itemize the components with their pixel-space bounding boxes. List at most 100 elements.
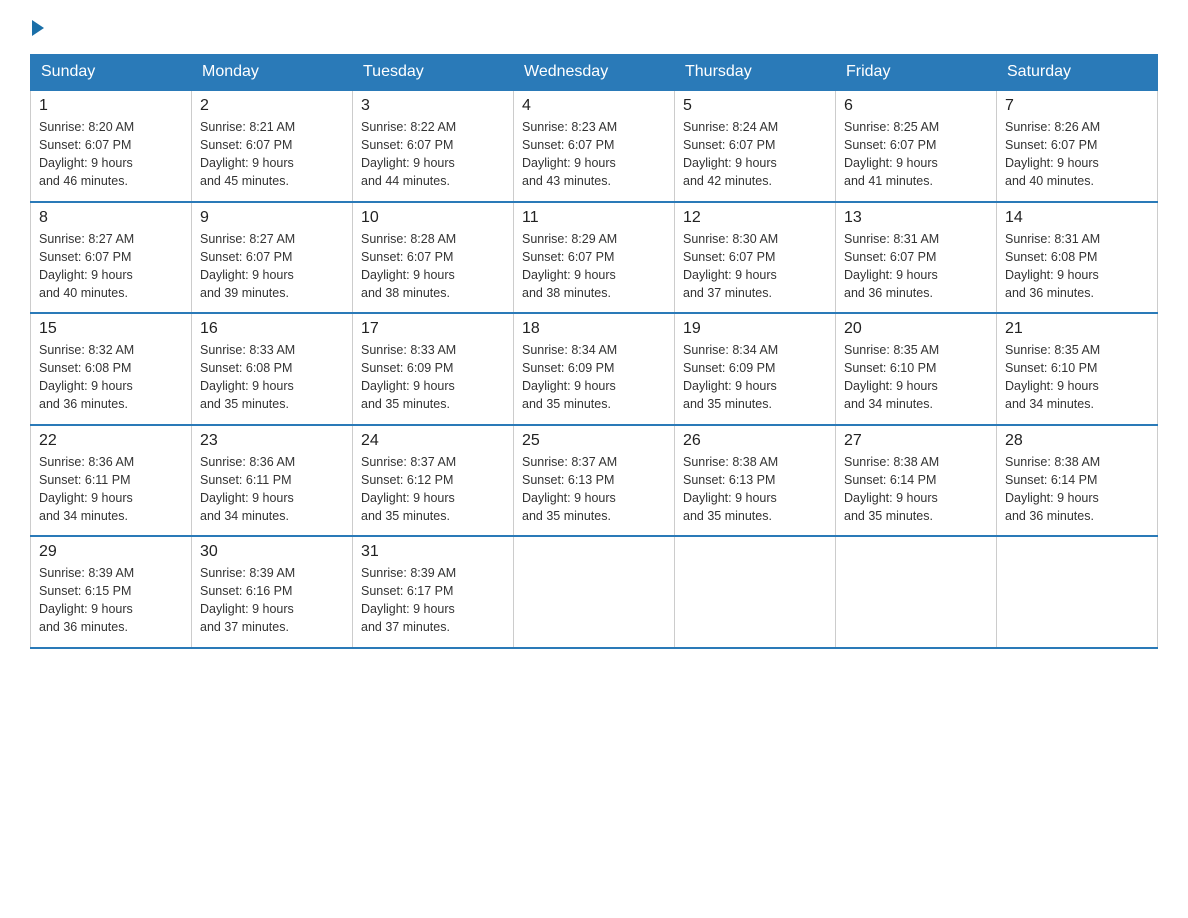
day-number: 1 (39, 97, 183, 115)
calendar-cell: 16 Sunrise: 8:33 AMSunset: 6:08 PMDaylig… (192, 313, 353, 425)
calendar-cell: 27 Sunrise: 8:38 AMSunset: 6:14 PMDaylig… (836, 425, 997, 537)
calendar-cell: 13 Sunrise: 8:31 AMSunset: 6:07 PMDaylig… (836, 202, 997, 314)
calendar-cell: 14 Sunrise: 8:31 AMSunset: 6:08 PMDaylig… (997, 202, 1158, 314)
calendar-cell: 4 Sunrise: 8:23 AMSunset: 6:07 PMDayligh… (514, 90, 675, 202)
calendar-cell (997, 536, 1158, 648)
day-info: Sunrise: 8:39 AMSunset: 6:17 PMDaylight:… (361, 566, 456, 634)
logo-arrow-icon (32, 20, 44, 36)
day-number: 31 (361, 543, 505, 561)
calendar-cell: 19 Sunrise: 8:34 AMSunset: 6:09 PMDaylig… (675, 313, 836, 425)
calendar-cell: 1 Sunrise: 8:20 AMSunset: 6:07 PMDayligh… (31, 90, 192, 202)
day-info: Sunrise: 8:35 AMSunset: 6:10 PMDaylight:… (844, 343, 939, 411)
day-info: Sunrise: 8:27 AMSunset: 6:07 PMDaylight:… (200, 232, 295, 300)
calendar-cell (514, 536, 675, 648)
calendar-cell: 11 Sunrise: 8:29 AMSunset: 6:07 PMDaylig… (514, 202, 675, 314)
day-info: Sunrise: 8:26 AMSunset: 6:07 PMDaylight:… (1005, 120, 1100, 188)
day-info: Sunrise: 8:25 AMSunset: 6:07 PMDaylight:… (844, 120, 939, 188)
calendar-cell: 30 Sunrise: 8:39 AMSunset: 6:16 PMDaylig… (192, 536, 353, 648)
day-info: Sunrise: 8:23 AMSunset: 6:07 PMDaylight:… (522, 120, 617, 188)
page-header (30, 20, 1158, 36)
day-info: Sunrise: 8:36 AMSunset: 6:11 PMDaylight:… (39, 455, 134, 523)
calendar-cell: 24 Sunrise: 8:37 AMSunset: 6:12 PMDaylig… (353, 425, 514, 537)
week-row-4: 22 Sunrise: 8:36 AMSunset: 6:11 PMDaylig… (31, 425, 1158, 537)
day-number: 27 (844, 432, 988, 450)
calendar-cell (836, 536, 997, 648)
header-day-tuesday: Tuesday (353, 55, 514, 91)
week-row-5: 29 Sunrise: 8:39 AMSunset: 6:15 PMDaylig… (31, 536, 1158, 648)
day-info: Sunrise: 8:37 AMSunset: 6:12 PMDaylight:… (361, 455, 456, 523)
day-number: 3 (361, 97, 505, 115)
header-day-friday: Friday (836, 55, 997, 91)
calendar-cell: 29 Sunrise: 8:39 AMSunset: 6:15 PMDaylig… (31, 536, 192, 648)
day-number: 17 (361, 320, 505, 338)
calendar-cell: 22 Sunrise: 8:36 AMSunset: 6:11 PMDaylig… (31, 425, 192, 537)
day-info: Sunrise: 8:39 AMSunset: 6:16 PMDaylight:… (200, 566, 295, 634)
day-number: 30 (200, 543, 344, 561)
logo (30, 20, 44, 36)
day-number: 5 (683, 97, 827, 115)
day-info: Sunrise: 8:32 AMSunset: 6:08 PMDaylight:… (39, 343, 134, 411)
day-number: 13 (844, 209, 988, 227)
calendar-cell: 21 Sunrise: 8:35 AMSunset: 6:10 PMDaylig… (997, 313, 1158, 425)
calendar-cell: 6 Sunrise: 8:25 AMSunset: 6:07 PMDayligh… (836, 90, 997, 202)
day-info: Sunrise: 8:33 AMSunset: 6:08 PMDaylight:… (200, 343, 295, 411)
calendar-cell (675, 536, 836, 648)
calendar-cell: 25 Sunrise: 8:37 AMSunset: 6:13 PMDaylig… (514, 425, 675, 537)
calendar-cell: 26 Sunrise: 8:38 AMSunset: 6:13 PMDaylig… (675, 425, 836, 537)
day-number: 7 (1005, 97, 1149, 115)
calendar-cell: 20 Sunrise: 8:35 AMSunset: 6:10 PMDaylig… (836, 313, 997, 425)
day-info: Sunrise: 8:28 AMSunset: 6:07 PMDaylight:… (361, 232, 456, 300)
day-info: Sunrise: 8:31 AMSunset: 6:07 PMDaylight:… (844, 232, 939, 300)
calendar-cell: 28 Sunrise: 8:38 AMSunset: 6:14 PMDaylig… (997, 425, 1158, 537)
day-info: Sunrise: 8:21 AMSunset: 6:07 PMDaylight:… (200, 120, 295, 188)
calendar-cell: 23 Sunrise: 8:36 AMSunset: 6:11 PMDaylig… (192, 425, 353, 537)
header-day-wednesday: Wednesday (514, 55, 675, 91)
calendar-cell: 10 Sunrise: 8:28 AMSunset: 6:07 PMDaylig… (353, 202, 514, 314)
header-day-monday: Monday (192, 55, 353, 91)
day-number: 29 (39, 543, 183, 561)
day-number: 6 (844, 97, 988, 115)
day-number: 18 (522, 320, 666, 338)
calendar-cell: 15 Sunrise: 8:32 AMSunset: 6:08 PMDaylig… (31, 313, 192, 425)
day-info: Sunrise: 8:38 AMSunset: 6:14 PMDaylight:… (1005, 455, 1100, 523)
day-info: Sunrise: 8:38 AMSunset: 6:14 PMDaylight:… (844, 455, 939, 523)
calendar-cell: 18 Sunrise: 8:34 AMSunset: 6:09 PMDaylig… (514, 313, 675, 425)
day-number: 25 (522, 432, 666, 450)
day-info: Sunrise: 8:20 AMSunset: 6:07 PMDaylight:… (39, 120, 134, 188)
day-number: 12 (683, 209, 827, 227)
day-number: 24 (361, 432, 505, 450)
calendar-cell: 12 Sunrise: 8:30 AMSunset: 6:07 PMDaylig… (675, 202, 836, 314)
day-number: 16 (200, 320, 344, 338)
calendar-cell: 31 Sunrise: 8:39 AMSunset: 6:17 PMDaylig… (353, 536, 514, 648)
day-info: Sunrise: 8:35 AMSunset: 6:10 PMDaylight:… (1005, 343, 1100, 411)
day-number: 9 (200, 209, 344, 227)
day-info: Sunrise: 8:22 AMSunset: 6:07 PMDaylight:… (361, 120, 456, 188)
day-info: Sunrise: 8:33 AMSunset: 6:09 PMDaylight:… (361, 343, 456, 411)
day-info: Sunrise: 8:31 AMSunset: 6:08 PMDaylight:… (1005, 232, 1100, 300)
day-number: 4 (522, 97, 666, 115)
day-number: 23 (200, 432, 344, 450)
logo-blue-text (30, 20, 44, 36)
week-row-2: 8 Sunrise: 8:27 AMSunset: 6:07 PMDayligh… (31, 202, 1158, 314)
day-info: Sunrise: 8:39 AMSunset: 6:15 PMDaylight:… (39, 566, 134, 634)
day-info: Sunrise: 8:34 AMSunset: 6:09 PMDaylight:… (683, 343, 778, 411)
day-number: 10 (361, 209, 505, 227)
day-info: Sunrise: 8:24 AMSunset: 6:07 PMDaylight:… (683, 120, 778, 188)
header-day-saturday: Saturday (997, 55, 1158, 91)
day-info: Sunrise: 8:34 AMSunset: 6:09 PMDaylight:… (522, 343, 617, 411)
day-number: 19 (683, 320, 827, 338)
calendar-cell: 17 Sunrise: 8:33 AMSunset: 6:09 PMDaylig… (353, 313, 514, 425)
calendar-cell: 8 Sunrise: 8:27 AMSunset: 6:07 PMDayligh… (31, 202, 192, 314)
week-row-3: 15 Sunrise: 8:32 AMSunset: 6:08 PMDaylig… (31, 313, 1158, 425)
week-row-1: 1 Sunrise: 8:20 AMSunset: 6:07 PMDayligh… (31, 90, 1158, 202)
day-number: 2 (200, 97, 344, 115)
header-day-sunday: Sunday (31, 55, 192, 91)
day-number: 11 (522, 209, 666, 227)
calendar-cell: 7 Sunrise: 8:26 AMSunset: 6:07 PMDayligh… (997, 90, 1158, 202)
day-number: 8 (39, 209, 183, 227)
day-info: Sunrise: 8:36 AMSunset: 6:11 PMDaylight:… (200, 455, 295, 523)
day-number: 26 (683, 432, 827, 450)
day-info: Sunrise: 8:37 AMSunset: 6:13 PMDaylight:… (522, 455, 617, 523)
header-row: SundayMondayTuesdayWednesdayThursdayFrid… (31, 55, 1158, 91)
day-number: 20 (844, 320, 988, 338)
